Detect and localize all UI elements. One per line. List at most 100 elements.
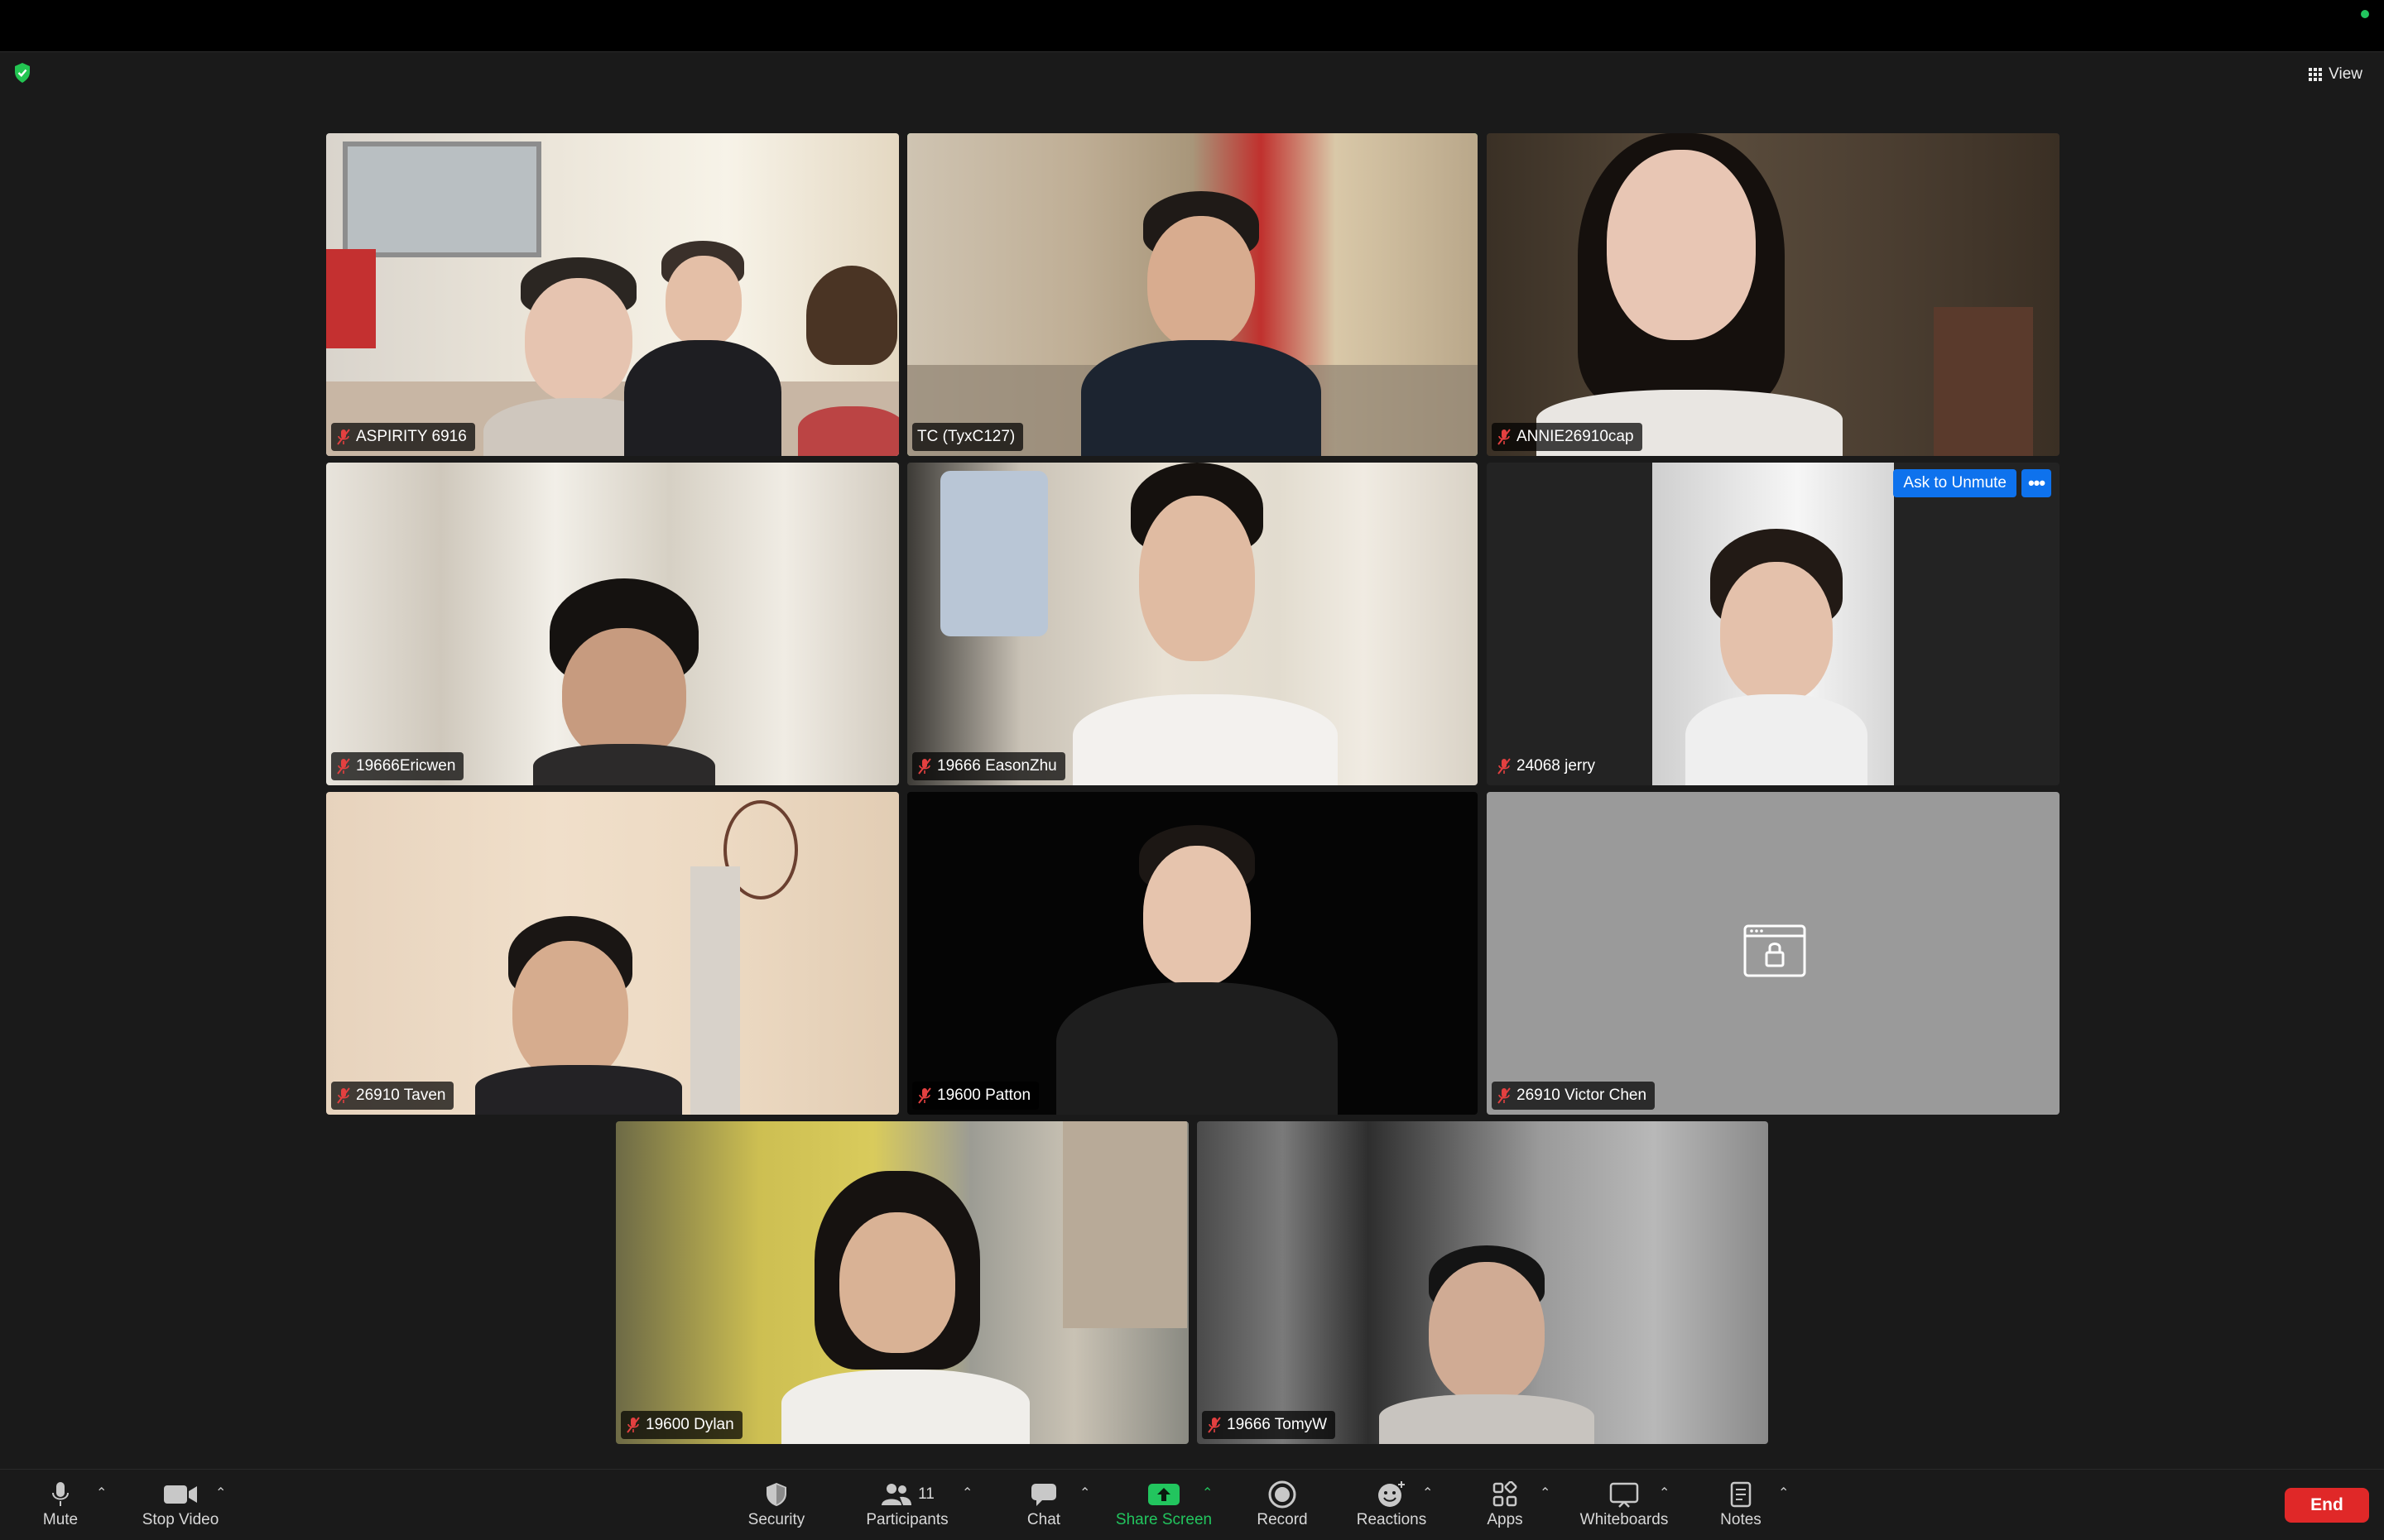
- reactions-button[interactable]: Reactions: [1351, 1478, 1432, 1536]
- muted-mic-icon: [1497, 1087, 1512, 1105]
- participants-button[interactable]: 11 Participants: [861, 1478, 954, 1536]
- meeting-window: View ASPIRITY 6916 TC (TyxC127) ANNIE269…: [0, 51, 2384, 1469]
- building-window: [1063, 1121, 1187, 1328]
- participant-name: ASPIRITY 6916: [356, 428, 467, 445]
- participant-name: TC (TyxC127): [917, 428, 1016, 445]
- chat-button[interactable]: Chat: [1021, 1478, 1066, 1536]
- muted-mic-icon: [1497, 757, 1512, 775]
- video-tile[interactable]: Ask to Unmute ••• 24068 jerry: [1487, 463, 2060, 785]
- participant-name-tag: TC (TyxC127): [912, 423, 1024, 451]
- participants-count: 11: [918, 1485, 935, 1503]
- apps-button[interactable]: Apps: [1480, 1478, 1530, 1536]
- meeting-toolbar: Mute ⌃ Stop Video ⌃ Security 11 Particip…: [0, 1469, 2384, 1540]
- whiteboards-options-chevron-icon[interactable]: ⌃: [1659, 1485, 1670, 1501]
- security-button[interactable]: Security: [738, 1478, 815, 1536]
- video-tile[interactable]: ASPIRITY 6916: [326, 133, 899, 456]
- end-meeting-button[interactable]: End: [2285, 1488, 2369, 1523]
- reactions-options-chevron-icon[interactable]: ⌃: [1422, 1485, 1433, 1501]
- reactions-label: Reactions: [1356, 1511, 1427, 1528]
- participant-name: ANNIE26910cap: [1516, 428, 1634, 445]
- video-feed: [326, 792, 899, 1115]
- person-figure: [533, 578, 715, 785]
- muted-mic-icon: [626, 1416, 641, 1434]
- smiley-reaction-icon: [1377, 1478, 1406, 1511]
- video-tile[interactable]: 19666 TomyW: [1197, 1121, 1768, 1444]
- background-shelf: [1934, 307, 2033, 456]
- whiteboards-label: Whiteboards: [1579, 1511, 1669, 1528]
- video-tile[interactable]: 19600 Dylan: [616, 1121, 1189, 1444]
- view-button[interactable]: View: [2304, 62, 2367, 87]
- participant-name-tag: 19600 Dylan: [621, 1411, 743, 1439]
- person-figure: [1081, 191, 1321, 456]
- share-screen-icon: [1147, 1478, 1180, 1511]
- participant-name: 19600 Patton: [937, 1087, 1031, 1104]
- record-button[interactable]: Record: [1252, 1478, 1313, 1536]
- video-camera-icon: [163, 1478, 198, 1511]
- person-figure: [616, 241, 781, 456]
- video-tile[interactable]: 26910 Taven: [326, 792, 899, 1115]
- share-screen-button[interactable]: Share Screen: [1113, 1478, 1215, 1536]
- video-tile[interactable]: 19666Ericwen: [326, 463, 899, 785]
- apps-label: Apps: [1487, 1511, 1523, 1528]
- ask-to-unmute-button[interactable]: Ask to Unmute: [1893, 469, 2016, 497]
- encryption-shield-icon[interactable]: [13, 62, 31, 84]
- video-feed: [326, 133, 899, 456]
- participant-name-tag: 19666 TomyW: [1202, 1411, 1336, 1439]
- stop-video-button[interactable]: Stop Video: [132, 1478, 228, 1536]
- participant-name-tag: 26910 Victor Chen: [1492, 1082, 1656, 1110]
- person-figure: [781, 1171, 1030, 1444]
- participant-name: 26910 Victor Chen: [1516, 1087, 1647, 1104]
- muted-mic-icon: [917, 1087, 932, 1105]
- wall-shelf: [690, 866, 740, 1115]
- stop-video-label: Stop Video: [142, 1511, 219, 1528]
- participant-name: 19666 EasonZhu: [937, 757, 1057, 775]
- notes-options-chevron-icon[interactable]: ⌃: [1778, 1485, 1789, 1501]
- person-figure: [1379, 1245, 1594, 1444]
- participant-name: 19666 TomyW: [1227, 1416, 1328, 1433]
- participant-name-tag: ASPIRITY 6916: [331, 423, 475, 451]
- participant-name: 19600 Dylan: [646, 1416, 734, 1433]
- video-feed: [907, 133, 1478, 456]
- view-label: View: [2329, 65, 2362, 83]
- share-screen-options-chevron-icon[interactable]: ⌃: [1202, 1485, 1213, 1501]
- apps-options-chevron-icon[interactable]: ⌃: [1540, 1485, 1550, 1501]
- participant-name-tag: ANNIE26910cap: [1492, 423, 1642, 451]
- person-figure: [1056, 825, 1338, 1115]
- mute-label: Mute: [42, 1511, 79, 1528]
- participant-name: 24068 jerry: [1516, 757, 1596, 775]
- person-figure: [798, 257, 899, 456]
- video-tile[interactable]: 19600 Patton: [907, 792, 1478, 1115]
- notes-label: Notes: [1720, 1511, 1762, 1528]
- person-figure: [475, 916, 682, 1115]
- video-tile-active-speaker[interactable]: TC (TyxC127): [907, 133, 1478, 456]
- security-label: Security: [747, 1511, 805, 1528]
- video-feed: [616, 1121, 1189, 1444]
- chat-options-chevron-icon[interactable]: ⌃: [1079, 1485, 1090, 1501]
- participants-label: Participants: [866, 1511, 949, 1528]
- locked-screen-icon: [1743, 924, 1806, 977]
- muted-mic-icon: [1497, 428, 1512, 446]
- security-shield-icon: [765, 1478, 788, 1511]
- chat-bubble-icon: [1030, 1478, 1058, 1511]
- muted-mic-icon: [336, 757, 351, 775]
- notes-button[interactable]: Notes: [1714, 1478, 1768, 1536]
- notes-icon: [1729, 1478, 1752, 1511]
- video-tile[interactable]: ANNIE26910cap: [1487, 133, 2060, 456]
- video-feed: [907, 463, 1478, 785]
- participant-name-tag: 19666Ericwen: [331, 752, 464, 780]
- mute-button[interactable]: Mute: [33, 1478, 88, 1536]
- video-options-chevron-icon[interactable]: ⌃: [215, 1485, 226, 1501]
- person-figure: [1073, 463, 1338, 785]
- muted-mic-icon: [336, 1087, 351, 1105]
- record-label: Record: [1257, 1511, 1308, 1528]
- participants-options-chevron-icon[interactable]: ⌃: [962, 1485, 973, 1501]
- camera-indicator-dot: [2361, 10, 2369, 18]
- person-figure: [1536, 133, 1843, 456]
- more-options-button[interactable]: •••: [2021, 469, 2051, 497]
- video-tile[interactable]: 19666 EasonZhu: [907, 463, 1478, 785]
- video-tile-screen-locked[interactable]: 26910 Victor Chen: [1487, 792, 2060, 1115]
- whiteboard-icon: [1609, 1478, 1639, 1511]
- record-icon: [1268, 1478, 1296, 1511]
- mute-options-chevron-icon[interactable]: ⌃: [96, 1485, 107, 1501]
- video-feed: [326, 463, 899, 785]
